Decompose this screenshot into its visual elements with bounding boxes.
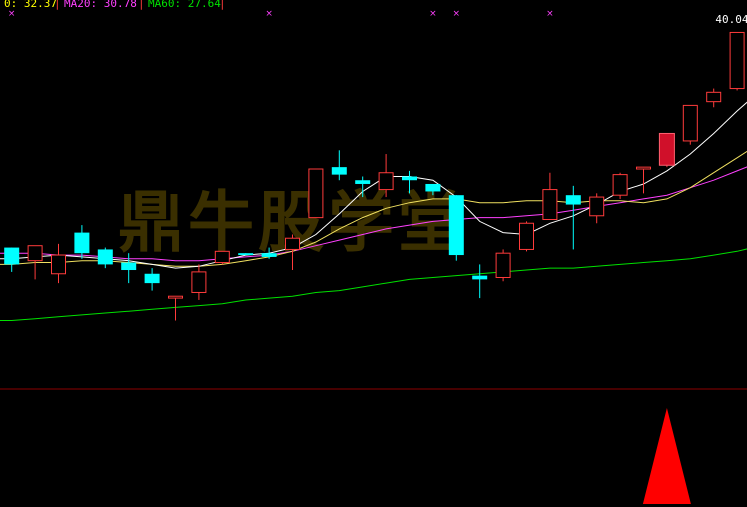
- signal-marker: ×: [8, 9, 16, 19]
- legend-separator: |: [219, 0, 226, 10]
- candle-body-up: [308, 168, 324, 219]
- candle-body-up: [636, 166, 651, 170]
- candle-body-down: [448, 195, 464, 256]
- candle-body-up: [682, 104, 698, 142]
- candle-body-down: [402, 176, 417, 181]
- candle-body-up: [168, 295, 183, 299]
- legend-ma20: MA20: 30.78: [64, 0, 137, 10]
- candle-body-up: [542, 189, 558, 221]
- candle-body-up: [519, 222, 534, 250]
- candle-body-down: [425, 183, 441, 192]
- candle-body-down: [331, 167, 347, 175]
- candle-body-down: [355, 180, 371, 184]
- signal-marker: ×: [546, 9, 554, 19]
- candle-body-up: [285, 237, 300, 250]
- candle-body-up: [27, 245, 43, 262]
- candle-body-up: [612, 174, 628, 196]
- candle-body-down: [238, 253, 254, 256]
- indicator-spike: [642, 408, 691, 504]
- candle-body-highlight: [658, 132, 675, 166]
- candle-body-down: [472, 275, 488, 280]
- candle-body-up: [589, 196, 605, 217]
- signal-marker: ×: [265, 9, 273, 19]
- candle-body-up: [495, 252, 511, 279]
- candle-body-down: [144, 273, 160, 284]
- legend-ma-short: 0: 32.37: [4, 0, 57, 10]
- signal-marker: ×: [453, 9, 461, 19]
- candle-body-up: [706, 91, 722, 103]
- candle-body-up: [191, 271, 207, 293]
- legend-separator: |: [138, 0, 145, 10]
- candle-body-up: [214, 250, 230, 264]
- legend-separator: |: [54, 0, 61, 10]
- candlestick-chart: 鼎牛股学堂× × × × × 40.04: [0, 9, 747, 504]
- candle-body-down: [121, 262, 137, 271]
- legend-ma60: MA60: 27.64: [148, 0, 221, 10]
- peak-price-label: 40.04: [715, 13, 747, 26]
- candle-body-up: [378, 172, 394, 191]
- candle-body-down: [4, 247, 20, 265]
- candle-body-down: [261, 253, 277, 257]
- candle-body-down: [74, 232, 90, 254]
- stock-chart: 鼎牛股学堂 × × × × × 40.04 0: 32.37 | MA20: 30.78 |…: [0, 0, 747, 507]
- signal-marker: ×: [429, 9, 437, 19]
- candle-body-up: [51, 254, 66, 275]
- candle-body-down: [97, 249, 113, 265]
- candle-body-up: [729, 31, 745, 90]
- candle-body-down: [565, 195, 581, 205]
